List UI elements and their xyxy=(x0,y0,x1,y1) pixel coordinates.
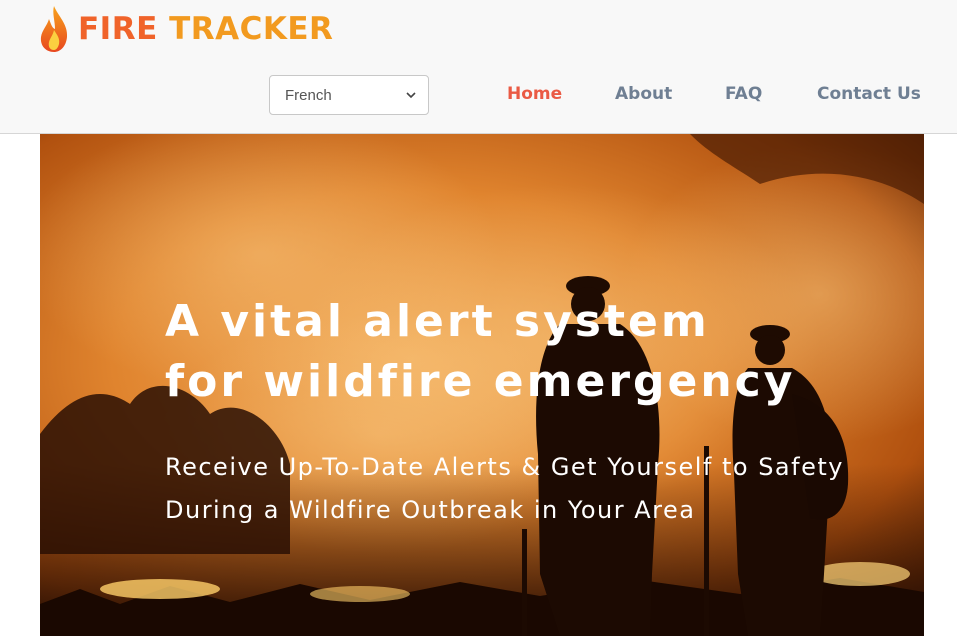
hero-subtitle-line-1: Receive Up-To-Date Alerts & Get Yourself… xyxy=(165,453,844,481)
hero-title-line-2: for wildfire emergency xyxy=(165,356,796,407)
logo-text-fire: FIRE xyxy=(78,11,170,47)
nav-about[interactable]: About xyxy=(615,84,672,104)
nav-home[interactable]: Home xyxy=(507,84,562,104)
logo[interactable]: FIRE TRACKER xyxy=(38,4,333,54)
hero-title-line-1: A vital alert system xyxy=(165,296,710,347)
flame-icon xyxy=(40,6,68,52)
logo-text: FIRE TRACKER xyxy=(78,11,333,47)
hero-subtitle: Receive Up-To-Date Alerts & Get Yourself… xyxy=(165,446,844,532)
logo-text-tracker: TRACKER xyxy=(169,11,334,47)
hero-subtitle-line-2: During a Wildfire Outbreak in Your Area xyxy=(165,496,696,524)
site-header: FIRE TRACKER French Home About FAQ Conta… xyxy=(0,0,957,134)
main-nav: Home About FAQ Contact Us xyxy=(0,84,957,108)
hero-banner: A vital alert system for wildfire emergen… xyxy=(40,134,924,636)
hero-title: A vital alert system for wildfire emergen… xyxy=(165,292,795,412)
nav-contact-us[interactable]: Contact Us xyxy=(817,84,921,104)
nav-faq[interactable]: FAQ xyxy=(725,84,762,104)
